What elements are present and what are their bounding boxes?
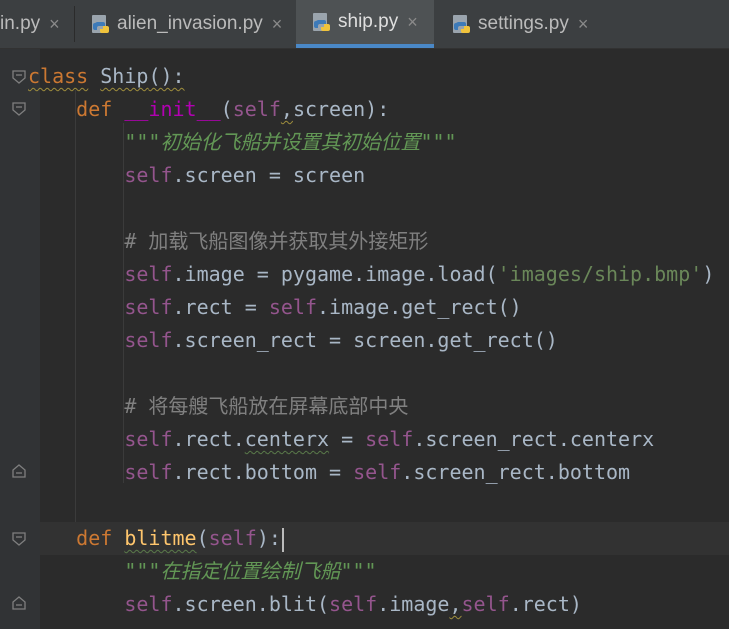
code-text: .screen = screen	[172, 163, 366, 187]
code-line-13: self.rect.bottom = self.screen_rect.bott…	[28, 456, 630, 489]
code-text: ,	[280, 97, 293, 121]
code-text: (	[196, 526, 209, 550]
tab-label: in.py	[0, 13, 41, 34]
code-text: .image	[377, 592, 450, 616]
self-keyword: self	[353, 460, 402, 484]
code-text: centerx	[244, 427, 330, 451]
tab-label: settings.py	[478, 13, 569, 34]
comment: # 将每艘飞船放在屏幕底部中央	[124, 394, 409, 418]
self-keyword: self	[365, 427, 414, 451]
fold-marker-icon[interactable]	[11, 531, 27, 547]
self-keyword: self	[124, 262, 173, 286]
self-keyword: self	[124, 427, 173, 451]
comment: # 加载飞船图像并获取其外接矩形	[124, 229, 429, 253]
tab-alien-invasion[interactable]: alien_invasion.py ×	[75, 0, 295, 48]
self-keyword: self	[124, 460, 173, 484]
code-editor[interactable]: class Ship(): def __init__(self,screen):…	[0, 49, 729, 629]
tab-ship[interactable]: ship.py ×	[296, 0, 434, 48]
close-icon[interactable]: ×	[272, 14, 283, 35]
fold-end-marker-icon[interactable]	[11, 463, 27, 479]
code-line-3: """初始化飞船并设置其初始位置"""	[28, 126, 457, 159]
code-text: .rect.bottom =	[172, 460, 354, 484]
string-literal: 'images/ship.bmp'	[497, 262, 703, 286]
tab-settings[interactable]: settings.py ×	[436, 0, 606, 48]
code-text: ():	[148, 64, 185, 88]
code-text: ):	[256, 526, 281, 550]
code-text: screen):	[292, 97, 390, 121]
fold-end-marker-icon[interactable]	[11, 595, 27, 611]
code-line-6: # 加载飞船图像并获取其外接矩形	[28, 225, 428, 258]
code-line-1: class Ship():	[28, 60, 185, 93]
code-line-7: self.image = pygame.image.load('images/s…	[28, 258, 714, 291]
self-keyword: self	[124, 592, 173, 616]
docstring: """在指定位置绘制飞船"""	[124, 559, 377, 583]
fold-marker-icon[interactable]	[11, 69, 27, 85]
self-keyword: self	[124, 328, 173, 352]
code-text: .rect =	[172, 295, 269, 319]
code-line-11: # 将每艘飞船放在屏幕底部中央	[28, 390, 408, 423]
self-keyword: self	[124, 295, 173, 319]
code-text: ,	[449, 592, 462, 616]
code-line-16: """在指定位置绘制飞船"""	[28, 555, 377, 588]
code-line-17: self.screen.blit(self.image,self.rect)	[28, 588, 582, 621]
function-name: blitme	[124, 526, 197, 550]
python-file-icon	[313, 13, 330, 31]
python-file-icon	[453, 15, 470, 33]
code-text: .screen_rect.centerx	[413, 427, 655, 451]
self-keyword: self	[329, 592, 378, 616]
code-text: .rect.	[172, 427, 245, 451]
tab-main[interactable]: in.py ×	[0, 0, 72, 48]
code-text: .screen_rect.bottom	[401, 460, 631, 484]
code-text: =	[329, 427, 366, 451]
docstring: """初始化飞船并设置其初始位置"""	[124, 130, 457, 154]
function-name: __init__	[124, 97, 221, 121]
class-name: Ship	[100, 64, 149, 88]
code-line-8: self.rect = self.image.get_rect()	[28, 291, 522, 324]
text-caret	[281, 527, 284, 552]
close-icon[interactable]: ×	[49, 14, 60, 35]
keyword: class	[28, 64, 89, 88]
self-keyword: self	[208, 526, 257, 550]
code-line-15: def blitme(self):	[28, 522, 284, 555]
tab-label: alien_invasion.py	[117, 13, 263, 34]
code-text: .rect)	[509, 592, 582, 616]
self-keyword: self	[124, 163, 173, 187]
keyword: def	[76, 97, 113, 121]
code-line-2: def __init__(self,screen):	[28, 93, 389, 126]
tab-label: ship.py	[338, 11, 399, 32]
code-line-9: self.screen_rect = screen.get_rect()	[28, 324, 558, 357]
code-text: )	[702, 262, 715, 286]
self-keyword: self	[461, 592, 510, 616]
code-line-4: self.screen = screen	[28, 159, 365, 192]
code-text: .screen_rect = screen.get_rect()	[172, 328, 558, 352]
code-text: (	[220, 97, 233, 121]
code-text: .screen.blit(	[172, 592, 330, 616]
code-text: .image.get_rect()	[317, 295, 522, 319]
editor-tab-bar: in.py × alien_invasion.py × ship.py × se…	[0, 0, 729, 49]
python-file-icon	[92, 15, 109, 33]
keyword: def	[76, 526, 113, 550]
close-icon[interactable]: ×	[578, 14, 589, 35]
self-keyword: self	[268, 295, 317, 319]
code-line-12: self.rect.centerx = self.screen_rect.cen…	[28, 423, 654, 456]
fold-marker-icon[interactable]	[11, 101, 27, 117]
self-keyword: self	[232, 97, 281, 121]
code-text: .image = pygame.image.load(	[172, 262, 498, 286]
close-icon[interactable]: ×	[407, 12, 418, 33]
